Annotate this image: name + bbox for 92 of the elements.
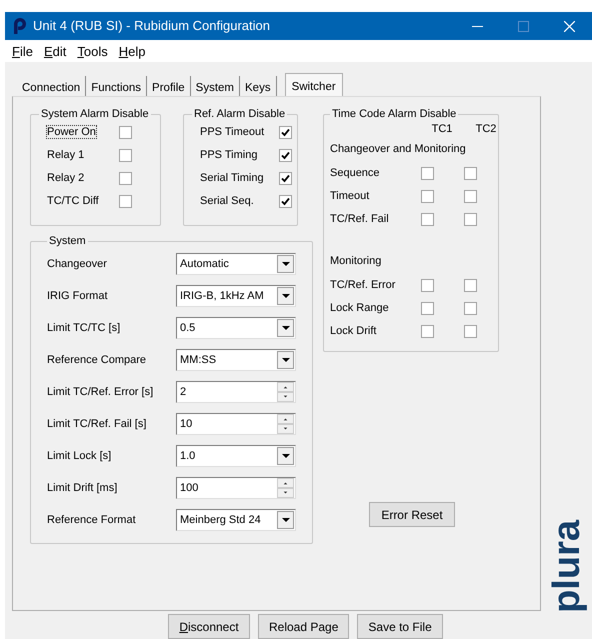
checkbox[interactable] (119, 149, 132, 162)
group-title: Time Code Alarm Disable (331, 107, 458, 121)
checkbox-label[interactable]: Relay 2 (47, 172, 84, 184)
field-label: Limit Drift [ms] (47, 480, 118, 496)
checkbox[interactable] (421, 325, 434, 338)
dropdown-button[interactable] (277, 287, 294, 305)
window-title: Unit 4 (RUB SI) - Rubidium Configuration (33, 17, 271, 36)
group-title: Ref. Alarm Disable (193, 107, 286, 121)
menu-item[interactable]: Tools (77, 40, 115, 62)
checkbox-label: Timeout (330, 189, 370, 204)
checkbox-label[interactable]: Serial Timing (200, 172, 264, 184)
dropdown[interactable]: 0.5 (176, 317, 296, 339)
spin-up-icon[interactable] (277, 478, 294, 488)
dropdown-button[interactable] (277, 255, 294, 273)
checkbox-label[interactable]: Power On (47, 126, 96, 138)
checkbox-label[interactable]: PPS Timing (200, 149, 258, 162)
checkbox[interactable] (279, 126, 292, 139)
logo-text: plura (547, 520, 589, 613)
dropdown-button[interactable] (277, 319, 294, 337)
caret-icon[interactable] (282, 326, 290, 330)
group-title: System Alarm Disable (40, 107, 150, 121)
checkbox-label: TC/Ref. Fail (330, 212, 390, 228)
caret-icon[interactable] (282, 262, 290, 266)
footer-button[interactable]: Reload Page (258, 614, 350, 639)
close-icon[interactable] (564, 20, 574, 32)
error-reset-button[interactable]: Error Reset (369, 502, 455, 527)
caret-icon[interactable] (282, 518, 290, 522)
checkbox-label[interactable]: Serial Seq. (200, 195, 254, 208)
caret-icon[interactable] (282, 454, 290, 458)
dropdown[interactable]: Automatic (176, 253, 296, 275)
checkbox[interactable] (421, 302, 434, 315)
checkbox[interactable] (119, 172, 132, 185)
maximize-icon[interactable] (518, 20, 528, 32)
field-label: Limit Lock [s] (47, 448, 112, 464)
field-label: Limit TC/TC [s] (47, 320, 120, 336)
checkbox[interactable] (119, 126, 132, 139)
dropdown-button[interactable] (277, 447, 294, 465)
checkbox[interactable] (464, 190, 477, 203)
section-heading: Changeover and Monitoring (330, 142, 467, 157)
section-heading: Monitoring (330, 254, 382, 269)
group-title: System (48, 234, 87, 248)
dropdown-button[interactable] (277, 511, 294, 529)
spin-down-icon[interactable] (277, 424, 294, 434)
checkbox[interactable] (279, 195, 292, 208)
checkbox[interactable] (279, 172, 292, 185)
dropdown[interactable]: Meinberg Std 24 (176, 509, 296, 531)
spin-up-icon[interactable] (277, 414, 294, 424)
spin-down-icon[interactable] (277, 488, 294, 498)
checkbox[interactable] (421, 213, 434, 226)
field-label: IRIG Format (47, 288, 108, 304)
dropdown-button[interactable] (277, 351, 294, 369)
checkbox-label: Sequence (330, 166, 381, 182)
checkbox[interactable] (464, 325, 477, 338)
field-label: Limit TC/Ref. Error [s] (47, 384, 154, 400)
caret-icon[interactable] (282, 294, 290, 298)
caret-icon[interactable] (282, 358, 290, 362)
footer-button[interactable]: Save to File (357, 614, 443, 639)
menu-item[interactable]: Help (118, 40, 152, 62)
dropdown[interactable]: 1.0 (176, 445, 296, 467)
spin-up-icon[interactable] (277, 382, 294, 392)
footer-button[interactable]: Disconnect (168, 614, 250, 639)
checkbox[interactable] (464, 279, 477, 292)
field-label: Reference Format (47, 512, 136, 528)
checkbox-label[interactable]: TC/TC Diff (47, 195, 99, 208)
column-header: TC2 (474, 122, 498, 137)
menu-item[interactable]: Edit (44, 40, 74, 62)
checkbox-label: TC/Ref. Error (330, 278, 396, 294)
tab[interactable]: Switcher (284, 73, 343, 98)
checkbox[interactable] (464, 167, 477, 180)
spin-down-icon[interactable] (277, 392, 294, 402)
field-label: Reference Compare (47, 352, 146, 368)
checkbox[interactable] (464, 213, 477, 226)
app-icon (13, 17, 27, 35)
field-label: Changeover (47, 256, 107, 272)
checkbox-label[interactable]: Relay 1 (47, 149, 84, 162)
field-label: Limit TC/Ref. Fail [s] (47, 416, 146, 432)
checkbox[interactable] (421, 167, 434, 180)
checkbox[interactable] (421, 190, 434, 203)
spin-field[interactable]: 100 (176, 477, 296, 499)
checkbox-label: Lock Drift (330, 324, 378, 340)
checkbox-label: Lock Range (330, 301, 390, 316)
checkbox-label[interactable]: PPS Timeout (200, 126, 264, 138)
spin-field[interactable]: 10 (176, 413, 296, 435)
checkbox[interactable] (279, 149, 292, 162)
checkbox[interactable] (464, 302, 477, 315)
checkbox[interactable] (421, 279, 434, 292)
checkbox[interactable] (119, 195, 132, 208)
column-header: TC1 (430, 122, 454, 137)
menu-item[interactable]: File (12, 40, 40, 62)
dropdown[interactable]: MM:SS (176, 349, 296, 371)
dropdown[interactable]: IRIG-B, 1kHz AM (176, 285, 296, 307)
spin-field[interactable]: 2 (176, 381, 296, 403)
